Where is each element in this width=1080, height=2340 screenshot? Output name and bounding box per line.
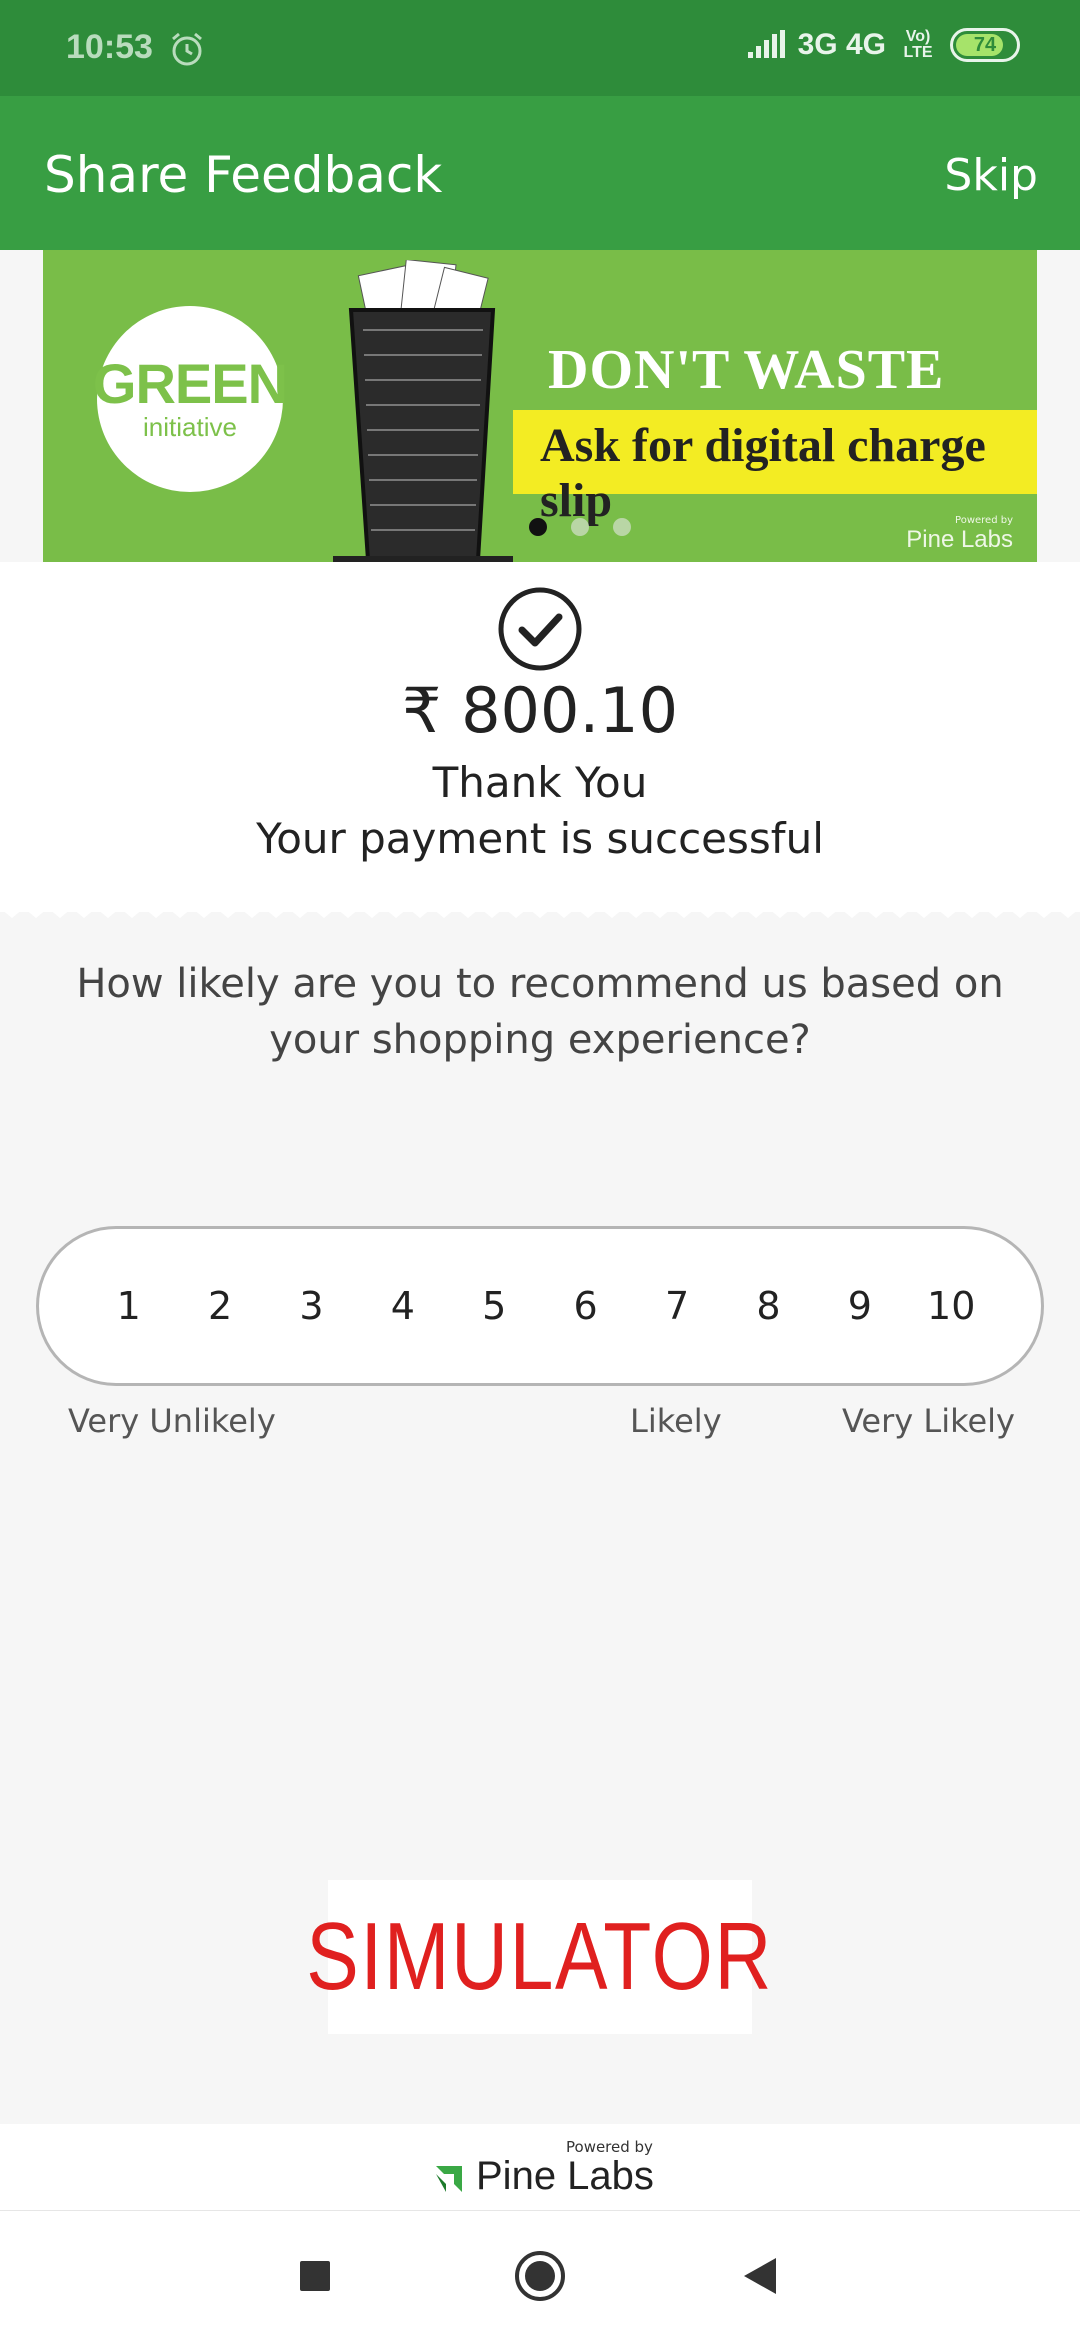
banner-subline: Ask for digital charge slip: [540, 419, 986, 527]
carousel-dot[interactable]: [529, 518, 547, 536]
system-nav-bar: [0, 2210, 1080, 2340]
waste-bin-icon: [333, 260, 513, 562]
app-bar: Share Feedback Skip: [0, 96, 1080, 250]
status-bar: 10:53 3G 4G Vo) LTE 74: [0, 0, 1080, 96]
skip-button[interactable]: Skip: [944, 150, 1038, 201]
carousel-dot[interactable]: [571, 518, 589, 536]
label-likely: Likely: [630, 1402, 722, 1440]
battery-level: 74: [973, 33, 997, 56]
label-very-likely: Very Likely: [842, 1402, 1015, 1440]
feedback-question: How likely are you to recommend us based…: [76, 961, 1004, 1063]
powered-by-footer: Powered by Pine Labs: [0, 2124, 1080, 2210]
rating-option-5[interactable]: 5: [464, 1284, 524, 1328]
payment-receipt: ₹ 800.10 Thank You Your payment is succe…: [0, 562, 1080, 912]
status-indicators: 3G 4G Vo) LTE 74: [746, 28, 1020, 62]
alarm-clock-icon: [172, 32, 202, 66]
rating-option-7[interactable]: 7: [647, 1284, 707, 1328]
banner-carousel[interactable]: GREEN initiative DON'T WASTE PAPER Ask f…: [0, 250, 1080, 562]
rating-option-1[interactable]: 1: [99, 1284, 159, 1328]
success-check-icon: [498, 587, 582, 671]
payment-success-message: Your payment is successful: [256, 814, 824, 863]
back-triangle-icon: [744, 2258, 776, 2294]
rating-option-2[interactable]: 2: [190, 1284, 250, 1328]
page-title: Share Feedback: [44, 146, 443, 204]
square-icon: [300, 2261, 330, 2291]
simulator-logo: SIMULATOR: [307, 1880, 772, 2034]
green-initiative-banner[interactable]: GREEN initiative DON'T WASTE PAPER Ask f…: [43, 250, 1037, 562]
home-button[interactable]: [480, 2211, 600, 2340]
rating-option-10[interactable]: 10: [921, 1284, 981, 1328]
rating-option-3[interactable]: 3: [281, 1284, 341, 1328]
network-type: 3G 4G: [797, 28, 886, 61]
battery-icon: 74: [950, 28, 1020, 62]
payment-amount: ₹ 800.10: [401, 674, 679, 747]
label-very-unlikely: Very Unlikely: [68, 1402, 276, 1440]
circle-icon: [515, 2251, 565, 2301]
signal-icon: [747, 30, 785, 58]
status-time: 10:53: [66, 28, 153, 66]
back-button[interactable]: [700, 2211, 820, 2340]
recent-apps-button[interactable]: [255, 2211, 375, 2340]
rating-option-8[interactable]: 8: [738, 1284, 798, 1328]
receipt-zigzag-edge: [0, 898, 1080, 918]
volte-indicator: Vo) LTE: [903, 28, 933, 61]
thank-you-text: Thank You: [432, 758, 648, 807]
rating-option-4[interactable]: 4: [373, 1284, 433, 1328]
carousel-dot[interactable]: [613, 518, 631, 536]
pine-labs-brand: Pine Labs: [476, 2154, 654, 2198]
rating-option-6[interactable]: 6: [556, 1284, 616, 1328]
rating-option-9[interactable]: 9: [830, 1284, 890, 1328]
carousel-indicator: [529, 518, 631, 536]
rating-scale: 1 2 3 4 5 6 7 8 9 10: [36, 1226, 1044, 1386]
pine-labs-logo-icon: [436, 2166, 462, 2192]
banner-pine-labs-logo: Powered by Pine Labs: [906, 515, 1013, 553]
green-initiative-logo: GREEN initiative: [93, 306, 288, 492]
